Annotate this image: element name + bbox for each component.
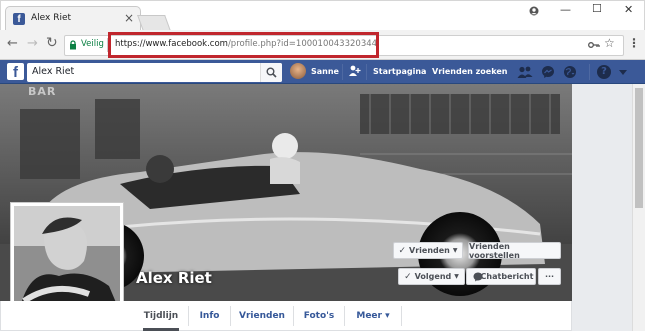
suggest-friends-button[interactable]: Vrienden voorstellen xyxy=(468,241,561,260)
url-highlight-box xyxy=(108,32,379,58)
menu-dots-icon[interactable]: ⋮ xyxy=(628,36,640,50)
forward-arrow-icon[interactable]: → xyxy=(27,36,38,51)
user-avatar[interactable] xyxy=(290,63,306,79)
check-icon: ✓ xyxy=(404,271,412,282)
new-tab-button[interactable] xyxy=(137,15,171,31)
tab-info[interactable]: Info xyxy=(189,301,230,331)
find-friends-link[interactable]: Vrienden zoeken xyxy=(432,67,507,76)
messenger-icon xyxy=(473,272,483,282)
nav-divider xyxy=(342,64,343,80)
message-button[interactable]: Chatbericht xyxy=(466,268,536,285)
follow-button[interactable]: ✓ Volgend ▼ xyxy=(398,268,465,285)
suggest-friends-label: Vrienden voorstellen xyxy=(469,241,520,260)
tab-title: Alex Riet xyxy=(31,13,72,23)
search-icon xyxy=(266,67,277,78)
tab-friends-label: Vrienden xyxy=(239,311,285,321)
search-value: Alex Riet xyxy=(32,66,75,77)
nav-divider xyxy=(589,64,590,80)
scrollbar[interactable] xyxy=(632,84,645,331)
tab-close-icon[interactable]: × xyxy=(124,11,134,25)
tab-more[interactable]: Meer ▾ xyxy=(345,301,401,331)
messenger-icon[interactable] xyxy=(541,65,555,79)
notifications-globe-icon[interactable] xyxy=(563,65,577,79)
close-window-button[interactable]: ✕ xyxy=(624,3,633,16)
tab-friends[interactable]: Vrienden xyxy=(231,301,293,331)
profile-picture-image xyxy=(14,206,120,312)
tab-more-label: Meer ▾ xyxy=(356,311,390,321)
lock-icon xyxy=(69,40,77,50)
tab-photos-label: Foto's xyxy=(303,311,335,321)
tab-info-label: Info xyxy=(199,311,220,321)
help-icon[interactable]: ? xyxy=(597,65,611,79)
find-friends-icon[interactable] xyxy=(348,64,362,78)
browser-tab[interactable]: f Alex Riet × xyxy=(5,6,141,31)
profile-picture[interactable] xyxy=(10,202,124,316)
secure-label: Veilig xyxy=(81,39,104,49)
back-arrow-icon[interactable]: ← xyxy=(7,36,18,51)
more-options-icon: ··· xyxy=(544,272,555,281)
more-options-button[interactable]: ··· xyxy=(538,268,561,285)
friends-button-label: Vrienden xyxy=(409,246,450,255)
bookmark-star-icon[interactable]: ☆ xyxy=(604,36,615,50)
tab-divider xyxy=(401,306,402,326)
minimize-button[interactable]: — xyxy=(560,3,571,16)
tab-photos[interactable]: Foto's xyxy=(294,301,344,331)
scrollbar-thumb[interactable] xyxy=(635,88,643,208)
user-name-link[interactable]: Sanne xyxy=(311,67,339,76)
tab-timeline[interactable]: Tijdlijn xyxy=(136,301,186,331)
facebook-favicon-icon: f xyxy=(13,13,25,25)
search-input[interactable]: Alex Riet xyxy=(27,63,282,82)
home-link[interactable]: Startpagina xyxy=(373,67,426,76)
search-button[interactable] xyxy=(260,63,282,82)
reload-icon[interactable]: ↻ xyxy=(46,35,58,51)
facebook-logo-icon[interactable]: f xyxy=(7,63,24,80)
chevron-down-icon: ▼ xyxy=(452,247,458,254)
follow-button-label: Volgend xyxy=(414,272,452,281)
profile-name[interactable]: Alex Riet xyxy=(136,269,212,287)
cover-sign-text: BAR xyxy=(28,85,57,98)
key-icon[interactable] xyxy=(588,40,600,50)
message-button-label: Chatbericht xyxy=(480,272,534,281)
maximize-button[interactable]: ☐ xyxy=(592,2,602,15)
chevron-down-icon: ▼ xyxy=(454,273,459,280)
tab-timeline-label: Tijdlijn xyxy=(143,311,179,321)
account-menu-chevron-icon[interactable] xyxy=(619,70,627,75)
nav-divider xyxy=(366,64,367,80)
check-icon: ✓ xyxy=(398,245,407,256)
profile-icon[interactable] xyxy=(529,6,539,16)
friends-button[interactable]: ✓ Vrienden ▼ xyxy=(393,242,463,259)
friend-requests-icon[interactable] xyxy=(517,65,533,79)
